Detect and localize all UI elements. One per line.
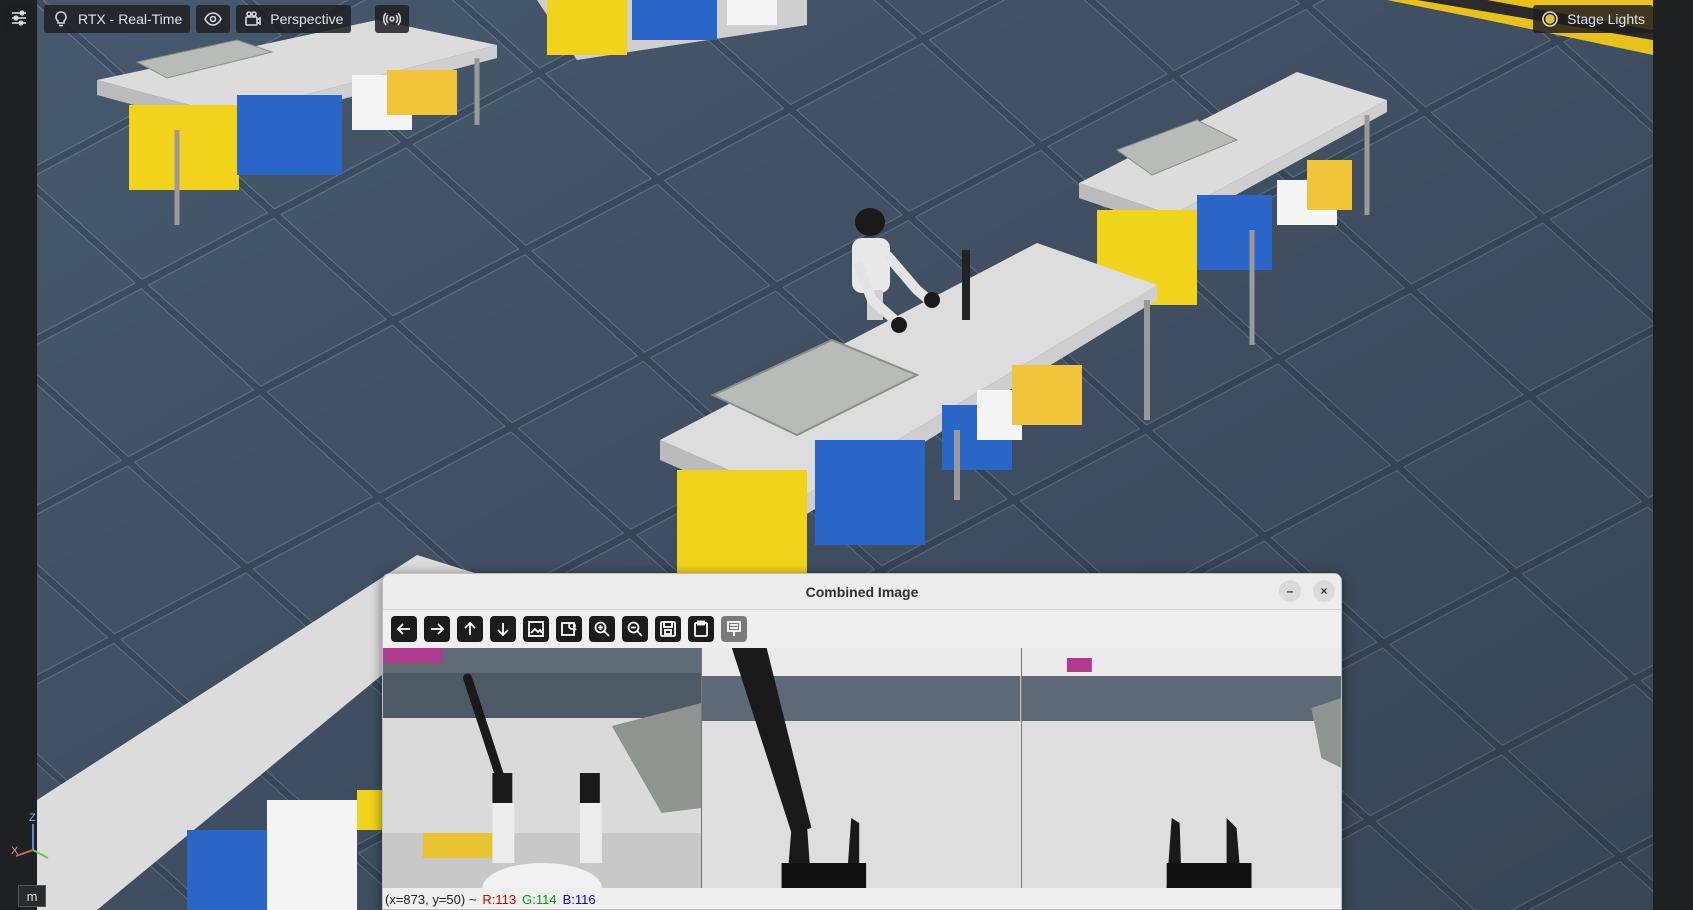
pan-down-button[interactable] bbox=[490, 616, 516, 642]
save-button[interactable] bbox=[655, 616, 681, 642]
image-icon bbox=[528, 621, 544, 637]
stage-lights-toolbar: Stage Lights bbox=[1533, 4, 1653, 34]
minimize-button[interactable]: – bbox=[1279, 580, 1301, 602]
zoom-region-button[interactable] bbox=[556, 616, 582, 642]
right-panel-strip bbox=[1653, 0, 1693, 910]
right-wrist-camera-view[interactable] bbox=[1021, 648, 1341, 888]
sun-icon bbox=[1542, 11, 1558, 27]
fit-image-button[interactable] bbox=[523, 616, 549, 642]
properties-icon bbox=[727, 621, 741, 636]
image-search-icon bbox=[561, 622, 577, 636]
copy-clipboard-button[interactable] bbox=[688, 616, 714, 642]
properties-button[interactable] bbox=[721, 616, 747, 642]
broadcast-icon bbox=[383, 12, 402, 26]
status-red: R:113 bbox=[482, 891, 517, 907]
axis-gizmo: Z X bbox=[8, 812, 58, 862]
save-icon bbox=[660, 621, 676, 637]
visibility-menu-button[interactable] bbox=[196, 5, 231, 33]
pan-right-button[interactable] bbox=[424, 616, 450, 642]
left-wrist-camera-view[interactable] bbox=[702, 648, 1022, 888]
stage-lights-button[interactable]: Stage Lights bbox=[1533, 5, 1653, 33]
close-icon: × bbox=[1320, 584, 1328, 598]
arrow-down-icon bbox=[497, 623, 509, 637]
zoom-out-button[interactable] bbox=[622, 616, 648, 642]
pan-up-button[interactable] bbox=[457, 616, 483, 642]
arrow-up-icon bbox=[464, 621, 476, 635]
status-blue: B:116 bbox=[562, 891, 596, 907]
viewport-toolbar: RTX - Real-Time Perspective bbox=[44, 4, 410, 34]
lightbulb-icon bbox=[55, 11, 67, 27]
close-button[interactable]: × bbox=[1313, 580, 1335, 602]
renderer-label: RTX - Real-Time bbox=[78, 11, 183, 27]
pan-left-button[interactable] bbox=[391, 616, 417, 642]
window-titlebar[interactable]: Combined Image – × bbox=[383, 574, 1341, 610]
head-camera-view[interactable] bbox=[383, 648, 703, 888]
broadcast-button[interactable] bbox=[375, 5, 410, 33]
clipboard-icon bbox=[694, 620, 708, 637]
stage-lights-label: Stage Lights bbox=[1567, 11, 1645, 27]
viewport-settings-button[interactable] bbox=[4, 4, 34, 32]
unit-badge[interactable]: m bbox=[18, 885, 46, 907]
status-green: G:114 bbox=[522, 891, 557, 907]
camera-label: Perspective bbox=[270, 11, 344, 27]
camera-icon bbox=[245, 11, 262, 26]
eye-icon bbox=[204, 12, 223, 26]
zoom-in-button[interactable] bbox=[589, 616, 615, 642]
combined-image-window: Combined Image – × (x=873, y=50) ~ R:113… bbox=[382, 573, 1342, 910]
zoom-in-icon bbox=[594, 621, 610, 637]
arrow-left-icon bbox=[396, 623, 410, 635]
axis-z-label: Z bbox=[29, 812, 36, 824]
zoom-out-icon bbox=[627, 621, 643, 637]
status-coords: (x=873, y=50) ~ bbox=[385, 891, 477, 907]
settings-icon bbox=[12, 10, 26, 26]
window-title: Combined Image bbox=[805, 583, 919, 600]
pixel-status-bar: (x=873, y=50) ~ R:113 G:114 B:116 bbox=[383, 888, 1341, 909]
arrow-right-icon bbox=[431, 623, 445, 635]
renderer-menu-button[interactable]: RTX - Real-Time bbox=[44, 5, 191, 33]
combined-image-canvas[interactable] bbox=[383, 648, 1341, 888]
minimize-icon: – bbox=[1286, 584, 1294, 598]
camera-menu-button[interactable]: Perspective bbox=[236, 5, 352, 33]
axis-x-label: X bbox=[11, 845, 19, 857]
left-panel-strip bbox=[0, 0, 37, 910]
image-toolbar bbox=[383, 610, 1341, 648]
